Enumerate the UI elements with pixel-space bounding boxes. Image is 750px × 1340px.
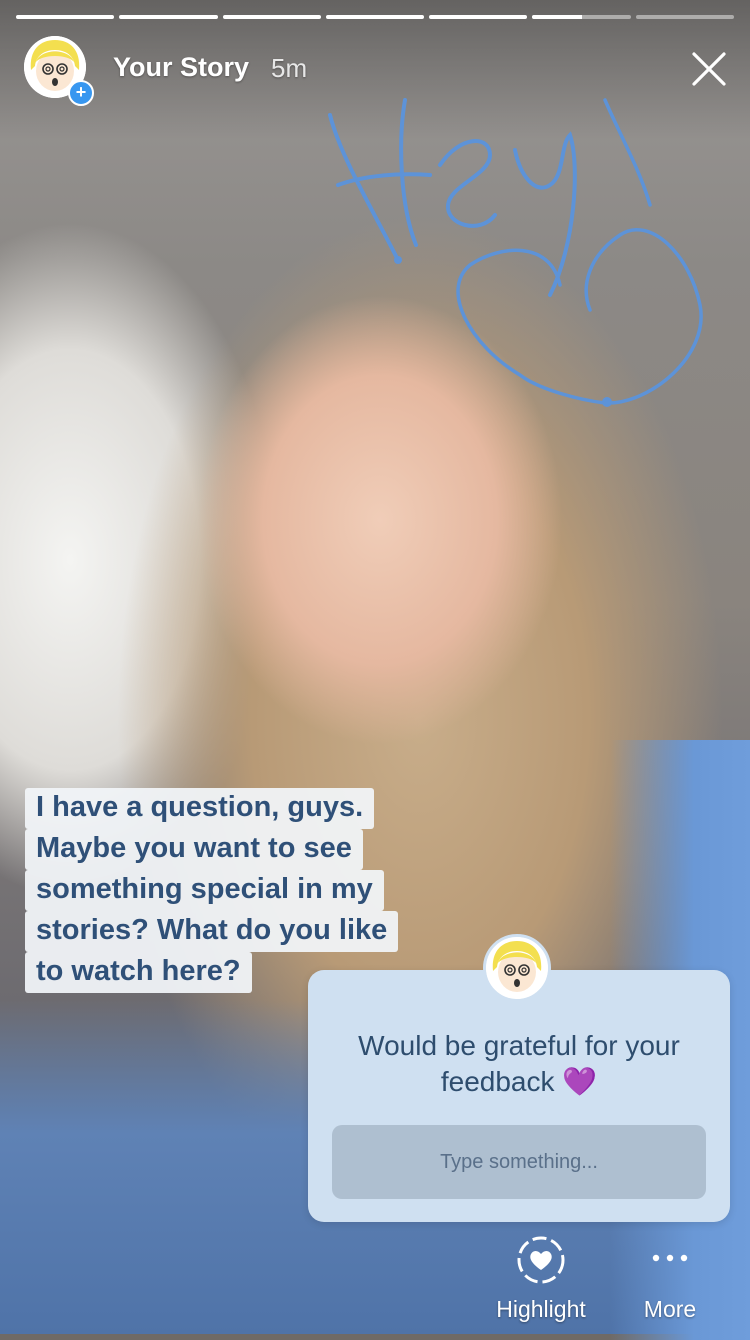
caption-line: stories? What do you like [25,911,399,952]
question-sticker[interactable]: Would be grateful for your feedback 💜 Ty… [308,970,730,1222]
progress-segment [429,15,528,19]
hand-drawn-doodle [328,98,703,407]
question-prompt-line: feedback 💜 [440,1066,598,1097]
more-label: More [643,1296,697,1322]
sticker-avatar [483,934,551,1002]
progress-segment-fill [429,15,528,19]
caption-line: something special in my [25,870,384,911]
avatar[interactable]: + [24,36,94,106]
highlight-heart-icon [517,1236,565,1284]
progress-segment [325,15,425,19]
caption-line: Maybe you want to see [25,829,363,870]
story-caption: I have a question, guys. Maybe you want … [25,788,399,993]
progress-segment [532,15,631,19]
progress-segment [222,15,321,19]
progress-segment-fill [325,15,425,19]
progress-segment [635,15,734,19]
answer-input[interactable]: Type something... [332,1125,706,1199]
progress-segment-fill [222,15,321,19]
highlight-label: Highlight [496,1296,586,1322]
caption-line: to watch here? [25,952,252,993]
progress-segment [16,15,115,19]
question-prompt: Would be grateful for your feedback 💜 [308,1028,730,1100]
more-dots-icon [652,1254,688,1262]
add-icon[interactable]: + [68,80,94,106]
progress-segment-fill [119,15,218,19]
question-prompt-line: Would be grateful for your [358,1030,680,1061]
close-icon[interactable] [690,50,728,88]
highlight-button[interactable]: Highlight [488,1232,594,1328]
story-header: + Your Story 5m [24,36,726,106]
progress-segment-fill [532,15,582,19]
progress-segment-fill [16,15,115,19]
story-timestamp: 5m [271,53,308,83]
memoji-face-icon [486,937,548,999]
more-button[interactable]: More [630,1232,710,1328]
story-username[interactable]: Your Story [113,52,249,83]
caption-line: I have a question, guys. [25,788,375,829]
story-progress-bar [16,15,734,19]
progress-segment [119,15,218,19]
